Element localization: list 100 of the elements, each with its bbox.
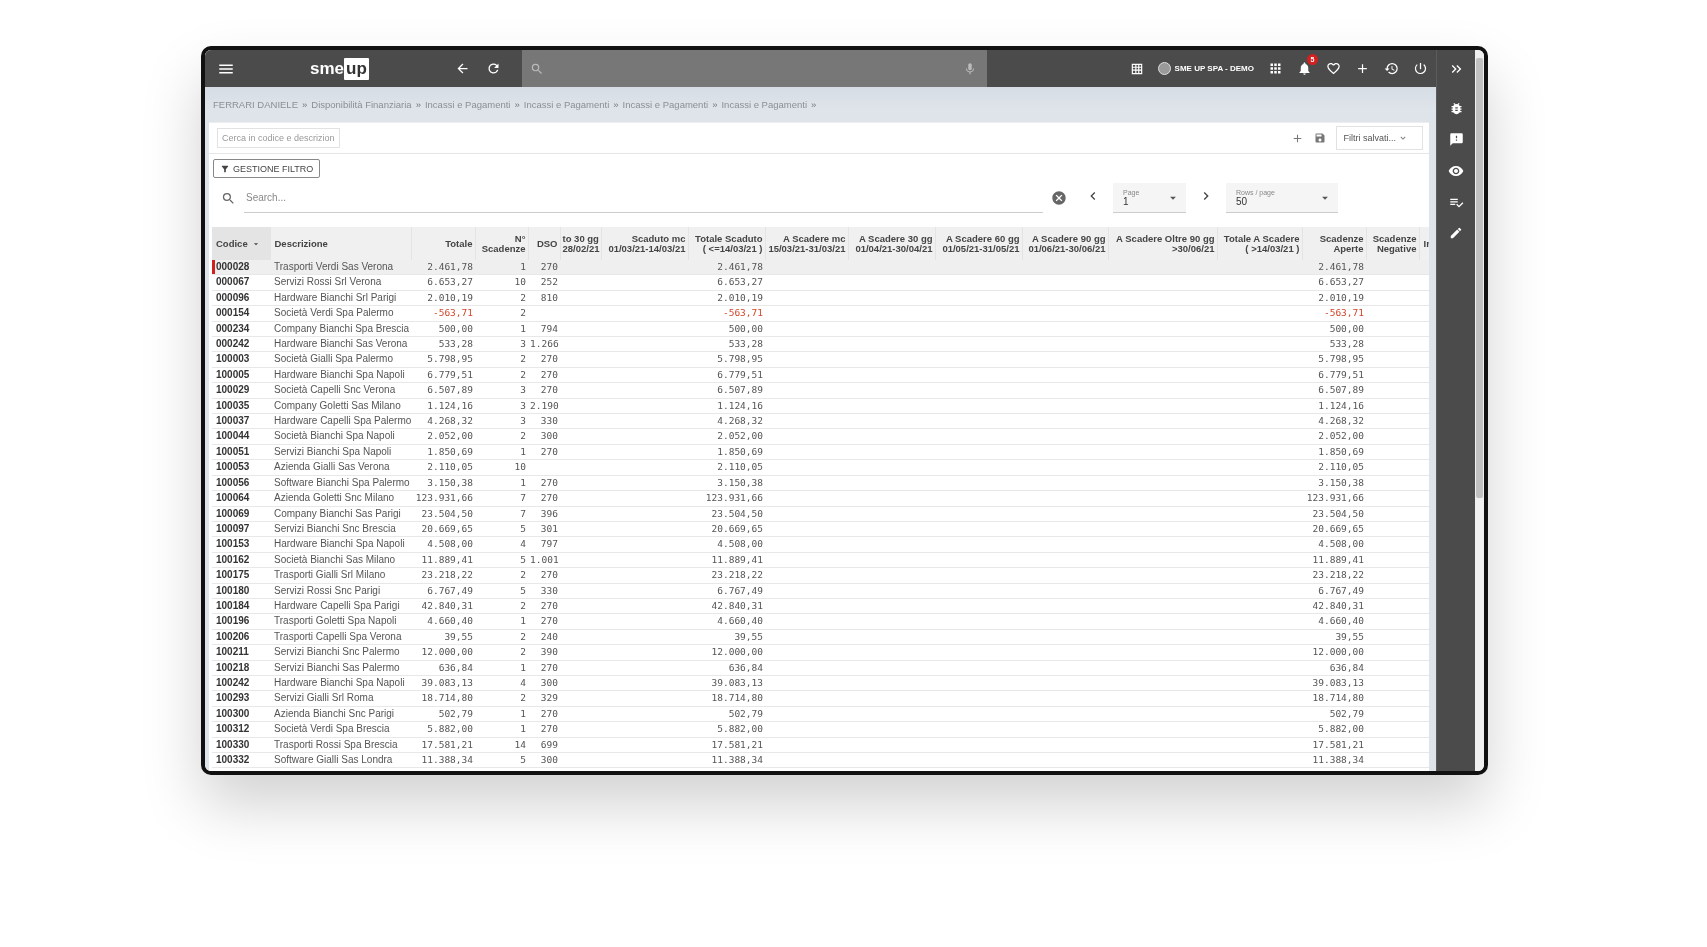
table-row[interactable]: 100242 Hardware Bianchi Spa Napoli 39.083,13 4 300 39.083,13 39.083,13	[212, 675, 1429, 691]
table-cell: Company Goletti Sas Milano	[270, 398, 411, 414]
saved-filters-dropdown[interactable]: Filtri salvati...	[1336, 126, 1423, 150]
table-row[interactable]: 100218 Servizi Bianchi Sas Palermo 636,84 1 270 636,84 636,84	[212, 660, 1429, 676]
column-header[interactable]: Scaduto mc 01/03/21-14/03/21	[601, 227, 688, 260]
table-cell: 23.504,50	[688, 506, 765, 522]
clear-icon[interactable]	[1051, 190, 1067, 206]
table-cell: 5.798,95	[1302, 351, 1366, 368]
table-row[interactable]: 100162 Società Bianchi Sas Milano 11.889,41 5 1.001 11.889,41 11.889,41	[212, 552, 1429, 568]
column-header[interactable]: Scadenze Negative	[1366, 227, 1419, 260]
table-row[interactable]: 100206 Trasporti Capelli Spa Verona 39,55 2 240 39,55 39,55	[212, 629, 1429, 645]
plus-icon[interactable]	[1355, 61, 1370, 76]
table-row[interactable]: 100196 Trasporti Goletti Spa Napoli 4.660,40 1 270 4.660,40 4.660,40	[212, 613, 1429, 630]
table-row[interactable]: 100069 Company Bianchi Sas Parigi 23.504,50 7 396 23.504,50 23.504,50	[212, 506, 1429, 522]
table-search-field[interactable]: Search...	[244, 183, 1043, 213]
column-header[interactable]: A Scadere 90 gg 01/06/21-30/06/21	[1022, 227, 1108, 260]
column-header[interactable]: A Scadere 60 gg 01/05/21-31/05/21	[935, 227, 1022, 260]
save-icon[interactable]	[1314, 132, 1327, 144]
code-search-field[interactable]: Cerca in codice e descrizion	[217, 128, 340, 148]
table-cell: 3	[475, 413, 528, 429]
apps-grid-icon[interactable]	[1268, 61, 1283, 76]
table-row[interactable]: 100037 Hardware Capelli Spa Palermo 4.268,32 3 330 4.268,32 4.268,32	[212, 413, 1429, 429]
table-cell: 502,79	[1302, 706, 1366, 722]
table-cell: 7	[475, 506, 528, 522]
table-row[interactable]: 100293 Servizi Gialli Srl Roma 18.714,80 2 329 18.714,80 18.714,80	[212, 690, 1429, 707]
table-row[interactable]: 100300 Azienda Bianchi Snc Parigi 502,79 1 270 502,79 502,79	[212, 706, 1429, 722]
power-icon[interactable]	[1413, 61, 1428, 76]
search-icon	[221, 190, 236, 206]
column-header[interactable]: Ir	[1419, 227, 1429, 260]
table-row[interactable]: 100056 Software Bianchi Spa Palermo 3.150,38 1 270 3.150,38 3.150,38	[212, 475, 1429, 491]
company-name[interactable]: SME UP SPA - DEMO	[1174, 64, 1254, 73]
column-header[interactable]: Totale A Scadere ( >14/03/21 )	[1217, 227, 1302, 260]
table-icon[interactable]	[1129, 61, 1144, 76]
refresh-icon[interactable]	[485, 61, 501, 76]
table-row[interactable]: 100097 Servizi Bianchi Snc Brescia 20.669,65 5 301 20.669,65 20.669,65	[212, 521, 1429, 537]
table-cell: 000067	[212, 274, 270, 291]
table-cell: 6.653,27	[411, 274, 475, 291]
scrollbar[interactable]	[1475, 50, 1484, 771]
avatar[interactable]	[1157, 62, 1171, 75]
heart-icon[interactable]	[1326, 61, 1341, 76]
column-header[interactable]: Totale	[411, 227, 475, 260]
table-cell: 6.653,27	[1302, 274, 1366, 291]
filter-management-button[interactable]: GESTIONE FILTRO	[213, 159, 321, 178]
table-cell: Trasporti Goletti Spa Napoli	[270, 613, 411, 630]
table-cell: 240	[528, 629, 560, 645]
column-header[interactable]: DSO	[528, 227, 560, 260]
table-cell: Hardware Bianchi Srl Parigi	[270, 290, 411, 306]
table-row[interactable]: 100051 Servizi Bianchi Spa Napoli 1.850,69 1 270 1.850,69 1.850,69	[212, 444, 1429, 460]
table-cell: 4	[475, 536, 528, 553]
table-cell: 39.083,13	[688, 675, 765, 691]
table-cell: 2	[475, 690, 528, 707]
column-header[interactable]: Totale Scaduto ( <=14/03/21 )	[688, 227, 765, 260]
table-row[interactable]: 100180 Servizi Rossi Snc Parigi 6.767,49 5 330 6.767,49 6.767,49	[212, 583, 1429, 599]
table-row[interactable]: 100175 Trasporti Gialli Srl Milano 23.218,22 2 270 23.218,22 23.218,22	[212, 567, 1429, 584]
table-row[interactable]: 100330 Trasporti Rossi Spa Brescia 17.581,21 14 699 17.581,21 17.581,21	[212, 737, 1429, 753]
column-header[interactable]: Scadenze Aperte	[1302, 227, 1366, 260]
eye-icon[interactable]	[1448, 163, 1464, 179]
table-row[interactable]: 100035 Company Goletti Sas Milano 1.124,16 3 2.190 1.124,16 1.124,16	[212, 398, 1429, 414]
table-row[interactable]: 100044 Società Bianchi Spa Napoli 2.052,00 2 300 2.052,00 2.052,00	[212, 428, 1429, 445]
table-row[interactable]: 100211 Servizi Bianchi Snc Palermo 12.000,00 2 390 12.000,00 12.000,00	[212, 644, 1429, 661]
table-row[interactable]: 000028 Trasporti Verdi Sas Verona 2.461,78 1 270 2.461,78 2.461,78	[212, 260, 1429, 275]
table-cell: 100051	[212, 444, 270, 460]
table-cell: Servizi Rossi Snc Parigi	[270, 583, 411, 599]
table-row[interactable]: 100153 Hardware Bianchi Spa Napoli 4.508,00 4 797 4.508,00 4.508,00	[212, 536, 1429, 553]
table-cell: Software Gialli Sas Londra	[270, 752, 411, 768]
table-row[interactable]: 000154 Società Verdi Spa Palermo -563,71 2 -563,71 -563,71	[212, 305, 1429, 322]
table-cell: 10	[475, 274, 528, 291]
column-header[interactable]: Codice	[212, 227, 270, 260]
column-header[interactable]: N° Scadenze	[475, 227, 528, 260]
table-cell: 11.889,41	[688, 552, 765, 568]
table-row[interactable]: 100005 Hardware Bianchi Spa Napoli 6.779,51 2 270 6.779,51 6.779,51	[212, 367, 1429, 383]
table-cell: 100242	[212, 675, 270, 691]
table-row[interactable]: 000067 Servizi Rossi Srl Verona 6.653,27 10 252 6.653,27 6.653,27	[212, 274, 1429, 291]
table-cell: 100097	[212, 521, 270, 537]
table-row[interactable]: 100003 Società Gialli Spa Palermo 5.798,95 2 270 5.798,95 5.798,95	[212, 351, 1429, 368]
table-cell: Società Capelli Snc Verona	[270, 382, 411, 399]
column-header[interactable]: Descrizione	[270, 227, 411, 260]
table-row[interactable]: 000096 Hardware Bianchi Srl Parigi 2.010,19 2 810 2.010,19 2.010,19	[212, 290, 1429, 306]
table-cell: 533,28	[688, 336, 765, 352]
table-cell: 2	[475, 367, 528, 383]
notifications-bell-icon[interactable]	[1297, 61, 1312, 76]
table-row[interactable]: 100064 Azienda Goletti Snc Milano 123.931,66 7 270 123.931,66 123.931,66	[212, 490, 1429, 506]
table-row[interactable]: 100053 Azienda Gialli Sas Verona 2.110,05 10 2.110,05 2.110,05	[212, 459, 1429, 476]
table-row[interactable]: 000234 Company Bianchi Spa Brescia 500,00 1 794 500,00 500,00	[212, 321, 1429, 337]
table-cell: 1	[475, 260, 528, 275]
table-row[interactable]: 100332 Software Gialli Sas Londra 11.388,34 5 300 11.388,34 11.388,34	[212, 752, 1429, 768]
column-header[interactable]: A Scadere mc 15/03/21-31/03/21	[765, 227, 848, 260]
pencil-icon[interactable]	[1449, 226, 1463, 240]
column-header[interactable]: A Scadere Oltre 90 gg >30/06/21	[1108, 227, 1217, 260]
table-row[interactable]: 100312 Società Verdi Spa Brescia 5.882,00 1 270 5.882,00 5.882,00	[212, 721, 1429, 738]
table-row[interactable]: 000242 Hardware Bianchi Sas Verona 533,28 3 1.266 533,28 533,28	[212, 336, 1429, 352]
table-cell: 636,84	[1302, 660, 1366, 676]
history-icon[interactable]	[1384, 61, 1399, 76]
table-row[interactable]: 100029 Società Capelli Snc Verona 6.507,89 3 270 6.507,89 6.507,89	[212, 382, 1429, 399]
column-header[interactable]: to 30 gg 28/02/21	[560, 227, 601, 260]
feedback-icon[interactable]	[1448, 132, 1464, 147]
table-row[interactable]: 100184 Hardware Capelli Spa Parigi 42.840,31 2 270 42.840,31 42.840,31	[212, 598, 1429, 614]
table-cell: Trasporti Verdi Sas Verona	[270, 260, 411, 275]
column-header[interactable]: A Scadere 30 gg 01/04/21-30/04/21	[848, 227, 935, 260]
table-cell: 5	[475, 752, 528, 768]
